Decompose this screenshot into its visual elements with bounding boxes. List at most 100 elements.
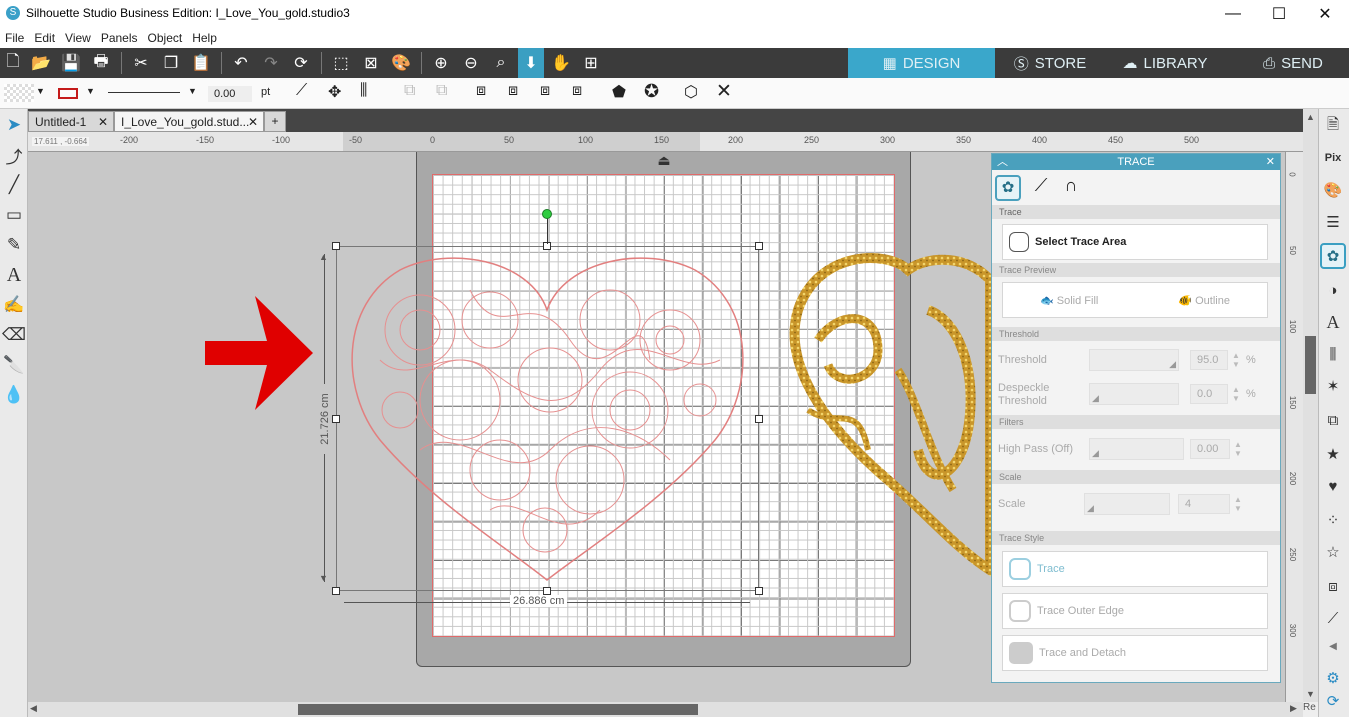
zoom-in-icon[interactable]: ⊕ bbox=[428, 50, 454, 76]
open-folder-icon[interactable]: 📂 bbox=[28, 50, 54, 76]
line-style-preview[interactable] bbox=[108, 92, 180, 93]
zoom-page-icon[interactable]: ⊞ bbox=[578, 50, 604, 76]
redo-icon[interactable]: ↷ bbox=[258, 50, 284, 76]
despeckle-input[interactable]: 0.0 bbox=[1190, 384, 1228, 404]
cut-icon[interactable]: ✂ bbox=[128, 50, 154, 76]
tab-untitled[interactable]: Untitled-1 ✕ bbox=[28, 111, 114, 132]
rectangle-icon[interactable]: ▭ bbox=[2, 203, 26, 227]
hatch-icon[interactable]: ⟋ bbox=[1320, 605, 1346, 631]
select-by-color-icon[interactable]: 🎨 bbox=[388, 50, 414, 76]
paste-icon[interactable]: 📋 bbox=[188, 50, 214, 76]
scale-stepper[interactable]: ▲ ▼ bbox=[1234, 495, 1242, 513]
close-tab-icon[interactable]: ✕ bbox=[248, 115, 258, 129]
close-panel-icon[interactable]: ✕ bbox=[1266, 154, 1275, 170]
threshold-slider[interactable]: ◢ bbox=[1089, 349, 1179, 371]
print-icon[interactable]: 🖶 bbox=[88, 50, 114, 76]
menu-panels[interactable]: Panels bbox=[96, 28, 143, 45]
scale-slider[interactable]: ◢ bbox=[1084, 493, 1170, 515]
scale-input[interactable]: 4 bbox=[1178, 494, 1230, 514]
close-window-button[interactable]: ✕ bbox=[1302, 0, 1348, 28]
shapes-icon[interactable]: ⬟ bbox=[612, 82, 634, 104]
resize-handle[interactable] bbox=[755, 415, 763, 423]
nav-library-tab[interactable]: ☁ LIBRARY bbox=[1105, 48, 1225, 78]
ungroup-icon[interactable]: ⧉ bbox=[436, 82, 458, 104]
undo-icon[interactable]: ↶ bbox=[228, 50, 254, 76]
contrast-icon[interactable]: ◑ bbox=[1320, 277, 1346, 303]
pixscan-icon[interactable]: Pix bbox=[1320, 145, 1346, 171]
outline-option[interactable]: 🐠 Outline bbox=[1178, 294, 1230, 307]
rhinestone-icon[interactable]: ⁘ bbox=[1320, 507, 1346, 533]
3d-box-icon[interactable]: ⬡ bbox=[684, 82, 706, 104]
fill-dropdown-icon[interactable]: ▼ bbox=[36, 86, 45, 96]
move-icon[interactable]: ✥ bbox=[328, 82, 350, 104]
menu-file[interactable]: File bbox=[0, 28, 29, 45]
eyedropper-icon[interactable]: 💧 bbox=[2, 383, 26, 407]
knife-icon[interactable]: 🔪 bbox=[2, 353, 26, 377]
add-tab-button[interactable]: + bbox=[264, 111, 286, 132]
send-to-back-icon[interactable]: ⧈ bbox=[508, 82, 530, 104]
fill-swatch[interactable] bbox=[4, 84, 34, 102]
despeckle-slider[interactable]: ◢ bbox=[1089, 383, 1179, 405]
modify-icon[interactable]: ⧉ bbox=[1320, 407, 1346, 433]
despeckle-stepper[interactable]: ▲ ▼ bbox=[1232, 385, 1240, 403]
align-panel-icon[interactable]: ⫼ bbox=[1320, 341, 1346, 367]
zoom-out-icon[interactable]: ⊖ bbox=[458, 50, 484, 76]
redraw-icon[interactable]: ⟳ bbox=[288, 50, 314, 76]
send-backward-icon[interactable]: ⧈ bbox=[572, 82, 594, 104]
bring-to-front-icon[interactable]: ⧈ bbox=[476, 82, 498, 104]
page-setup-icon[interactable]: 🗎 bbox=[1320, 113, 1346, 139]
pencil-icon[interactable]: ✎ bbox=[2, 233, 26, 257]
star-icon[interactable]: ✪ bbox=[644, 81, 666, 103]
line-color-swatch[interactable] bbox=[58, 88, 78, 99]
deselect-icon[interactable]: ⊠ bbox=[358, 50, 384, 76]
line-tool-icon[interactable]: ⟋ bbox=[296, 82, 318, 104]
select-arrow-icon[interactable]: ➤ bbox=[2, 113, 26, 137]
select-trace-area-button[interactable]: Select Trace Area bbox=[1002, 224, 1268, 260]
offset-star-icon[interactable]: ★ bbox=[1320, 441, 1346, 467]
nav-design-tab[interactable]: ▦ DESIGN bbox=[848, 48, 995, 78]
select-all-icon[interactable]: ⬚ bbox=[328, 50, 354, 76]
save-icon[interactable]: 💾 bbox=[58, 50, 84, 76]
sketch-star-icon[interactable]: ☆ bbox=[1320, 539, 1346, 565]
text-style-icon[interactable]: A bbox=[1320, 309, 1346, 335]
horizontal-scroll-thumb[interactable] bbox=[298, 704, 698, 715]
resize-handle[interactable] bbox=[755, 587, 763, 595]
high-pass-slider[interactable]: ◢ bbox=[1089, 438, 1184, 460]
new-file-icon[interactable]: 🗋 bbox=[0, 50, 26, 76]
trace-button[interactable]: Trace bbox=[1002, 551, 1268, 587]
resize-handle[interactable] bbox=[543, 587, 551, 595]
resize-handle[interactable] bbox=[332, 587, 340, 595]
settings-gear-icon[interactable]: ⚙ bbox=[1320, 665, 1346, 691]
collapse-icon[interactable]: ︿ bbox=[997, 154, 1008, 170]
resize-handle[interactable] bbox=[332, 415, 340, 423]
eraser-icon[interactable]: ⌫ bbox=[2, 323, 26, 347]
layers-icon[interactable]: ⧈ bbox=[1320, 573, 1346, 599]
zoom-selected-icon[interactable]: ⌕ bbox=[488, 50, 514, 76]
horizontal-scrollbar[interactable]: ◀ ▶ bbox=[28, 702, 1303, 717]
high-pass-stepper[interactable]: ▲ ▼ bbox=[1234, 440, 1242, 458]
sync-icon[interactable]: ⟳ bbox=[1320, 690, 1346, 712]
pan-hand-icon[interactable]: ✋ bbox=[548, 50, 574, 76]
group-icon[interactable]: ⧉ bbox=[404, 82, 426, 104]
palette-icon[interactable]: 🎨 bbox=[1320, 177, 1346, 203]
sketch-icon[interactable]: ✍ bbox=[2, 293, 26, 317]
menu-help[interactable]: Help bbox=[187, 28, 222, 45]
close-toolbar-icon[interactable]: ✕ bbox=[716, 80, 738, 102]
nav-store-tab[interactable]: Ⓢ STORE bbox=[995, 48, 1105, 78]
menu-object[interactable]: Object bbox=[143, 28, 188, 45]
line-draw-icon[interactable]: ╱ bbox=[2, 173, 26, 197]
maximize-button[interactable]: ☐ bbox=[1256, 0, 1302, 28]
copy-icon[interactable]: ❐ bbox=[158, 50, 184, 76]
trace-and-detach-button[interactable]: Trace and Detach bbox=[1002, 635, 1268, 671]
resize-handle[interactable] bbox=[755, 242, 763, 250]
line-style-dropdown-icon[interactable]: ▼ bbox=[188, 86, 197, 96]
collapse-right-icon[interactable]: ◀ bbox=[1320, 633, 1346, 659]
solid-fill-option[interactable]: 🐟 Solid Fill bbox=[1040, 294, 1098, 307]
trace-tab-icon[interactable]: ✿ bbox=[995, 175, 1021, 201]
vertical-scroll-thumb[interactable] bbox=[1305, 336, 1316, 394]
nav-send-tab[interactable]: ⎙ SEND bbox=[1238, 48, 1348, 78]
line-width-input[interactable]: 0.00 bbox=[208, 86, 252, 102]
point-edit-icon[interactable]: ⤴ bbox=[2, 143, 26, 167]
tab-i-love-you-gold[interactable]: I_Love_You_gold.stud... ✕ bbox=[114, 111, 264, 132]
align-icon[interactable]: ⫼ bbox=[360, 82, 382, 104]
